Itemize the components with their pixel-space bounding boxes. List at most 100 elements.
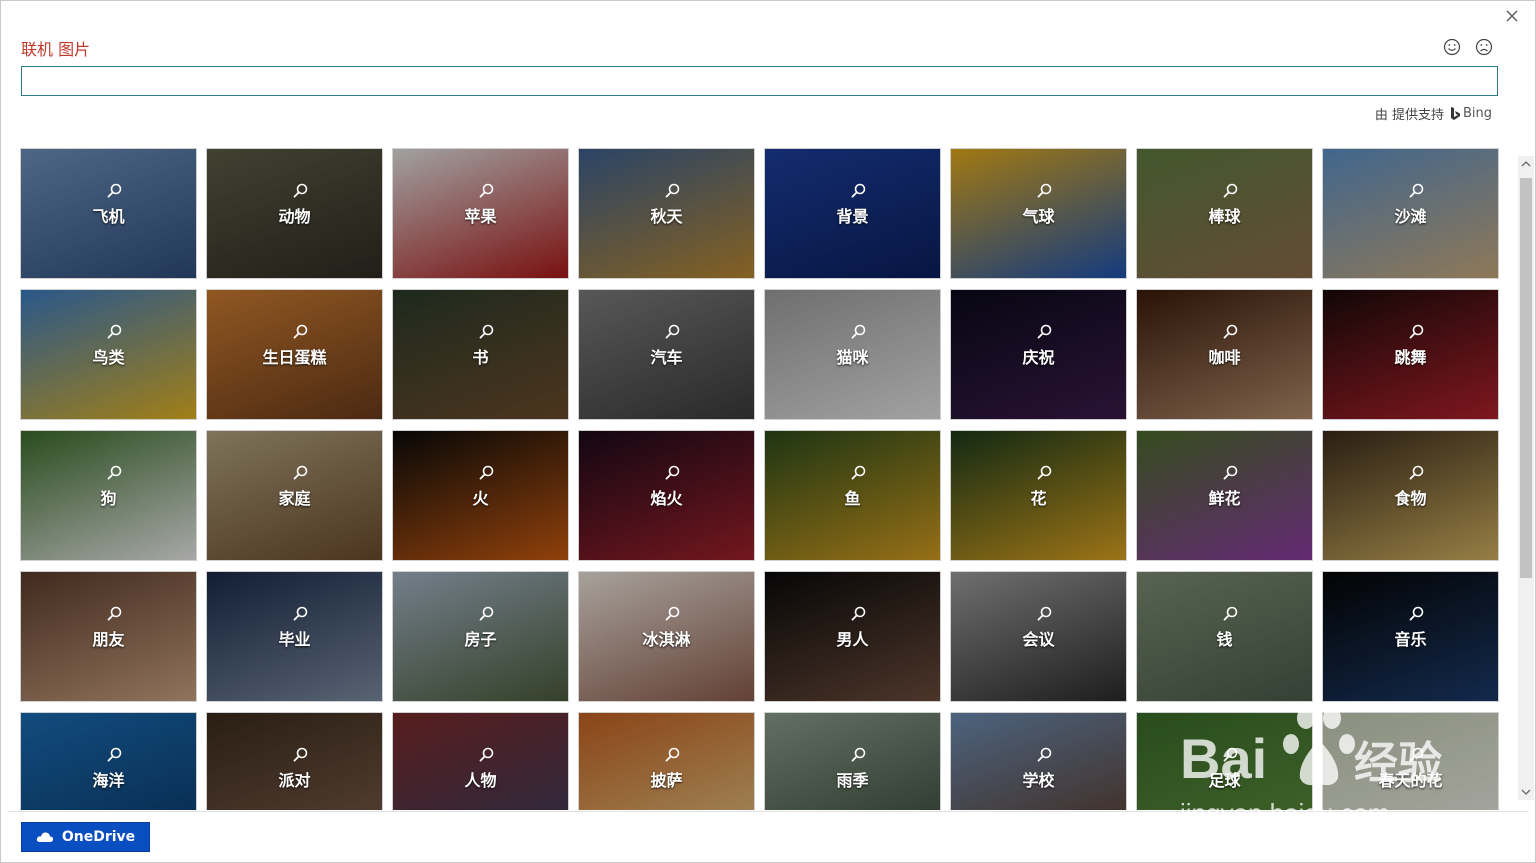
tile-label: 咖啡: [1208, 348, 1241, 367]
search-input[interactable]: [22, 67, 1497, 95]
image-tile[interactable]: 飞机: [20, 148, 197, 279]
tile-label: 气球: [1022, 207, 1055, 226]
image-tile[interactable]: 朋友: [20, 571, 197, 702]
image-tile[interactable]: 庆祝: [950, 289, 1127, 420]
tile-label: 雨季: [836, 771, 869, 790]
image-tile[interactable]: 披萨: [578, 712, 755, 810]
magnifier-icon: [1037, 324, 1051, 339]
tile-label: 猫咪: [836, 348, 869, 367]
scroll-thumb[interactable]: [1520, 178, 1532, 578]
image-tile[interactable]: 冰淇淋: [578, 571, 755, 702]
image-tile[interactable]: 动物: [206, 148, 383, 279]
image-tile[interactable]: 狗: [20, 430, 197, 561]
tile-label: 春天的花: [1378, 771, 1443, 790]
magnifier-icon: [851, 324, 865, 339]
magnifier-icon: [107, 183, 121, 198]
image-tile[interactable]: 会议: [950, 571, 1127, 702]
magnifier-icon: [479, 183, 493, 198]
image-tile[interactable]: 房子: [392, 571, 569, 702]
magnifier-icon: [851, 747, 865, 762]
image-tile[interactable]: 鱼: [764, 430, 941, 561]
bing-credit: 由 提供支持 Bing: [1375, 104, 1492, 123]
scroll-down-button[interactable]: [1518, 784, 1534, 800]
image-tile[interactable]: 猫咪: [764, 289, 941, 420]
magnifier-icon: [293, 606, 307, 621]
frown-icon: [1475, 38, 1493, 56]
onedrive-label: OneDrive: [61, 829, 136, 845]
tile-label: 海洋: [92, 771, 125, 790]
image-tile[interactable]: 跳舞: [1322, 289, 1499, 420]
image-tile[interactable]: 沙滩: [1322, 148, 1499, 279]
tile-label: 派对: [278, 771, 311, 790]
image-tile[interactable]: 海洋: [20, 712, 197, 810]
image-category-grid: 飞机 动物 苹果 秋天 背景 气球 棒球 沙滩鸟类 生日蛋糕 书 汽车 猫咪 庆祝 咖啡 跳舞狗 家庭 火 焰火 鱼…: [20, 148, 1500, 810]
tile-label: 生日蛋糕: [262, 348, 327, 367]
image-tile[interactable]: 焰火: [578, 430, 755, 561]
image-tile[interactable]: 书: [392, 289, 569, 420]
image-tile[interactable]: 汽车: [578, 289, 755, 420]
image-tile[interactable]: 火: [392, 430, 569, 561]
search-box[interactable]: [21, 66, 1498, 96]
image-tile[interactable]: 男人: [764, 571, 941, 702]
magnifier-icon: [479, 747, 493, 762]
tile-label: 动物: [278, 207, 311, 226]
magnifier-icon: [1223, 324, 1237, 339]
vertical-scrollbar[interactable]: [1518, 156, 1534, 800]
magnifier-icon: [107, 747, 121, 762]
tile-label: 跳舞: [1394, 348, 1427, 367]
image-tile[interactable]: 雨季: [764, 712, 941, 810]
tile-label: 书: [472, 348, 489, 367]
magnifier-icon: [293, 183, 307, 198]
image-tile[interactable]: 鲜花: [1136, 430, 1313, 561]
smiley-feedback-button[interactable]: [1442, 37, 1462, 57]
tile-label: 人物: [464, 771, 497, 790]
tile-label: 焰火: [650, 489, 683, 508]
image-tile[interactable]: 苹果: [392, 148, 569, 279]
tile-label: 房子: [464, 630, 497, 649]
tile-label: 朋友: [92, 630, 125, 649]
tile-label: 学校: [1022, 771, 1055, 790]
image-tile[interactable]: 食物: [1322, 430, 1499, 561]
magnifier-icon: [107, 606, 121, 621]
magnifier-icon: [479, 606, 493, 621]
image-tile[interactable]: 鸟类: [20, 289, 197, 420]
image-tile[interactable]: 人物: [392, 712, 569, 810]
image-tile[interactable]: 学校: [950, 712, 1127, 810]
close-button[interactable]: [1502, 6, 1522, 26]
close-icon: [1506, 10, 1518, 22]
chevron-up-icon: [1521, 161, 1531, 167]
tile-label: 钱: [1216, 630, 1233, 649]
onedrive-button[interactable]: OneDrive: [21, 822, 150, 852]
magnifier-icon: [665, 324, 679, 339]
image-tile[interactable]: 音乐: [1322, 571, 1499, 702]
magnifier-icon: [107, 465, 121, 480]
magnifier-icon: [1223, 747, 1237, 762]
image-tile[interactable]: 足球: [1136, 712, 1313, 810]
magnifier-icon: [851, 183, 865, 198]
tile-label: 狗: [100, 489, 117, 508]
image-tile[interactable]: 棒球: [1136, 148, 1313, 279]
magnifier-icon: [851, 606, 865, 621]
tile-label: 庆祝: [1022, 348, 1055, 367]
image-tile[interactable]: 钱: [1136, 571, 1313, 702]
image-tile[interactable]: 花: [950, 430, 1127, 561]
image-tile[interactable]: 毕业: [206, 571, 383, 702]
magnifier-icon: [293, 324, 307, 339]
image-tile[interactable]: 春天的花: [1322, 712, 1499, 810]
magnifier-icon: [1037, 747, 1051, 762]
image-tile[interactable]: 家庭: [206, 430, 383, 561]
image-tile[interactable]: 生日蛋糕: [206, 289, 383, 420]
magnifier-icon: [1223, 606, 1237, 621]
tile-label: 鲜花: [1208, 489, 1241, 508]
scroll-up-button[interactable]: [1518, 156, 1534, 172]
image-tile[interactable]: 咖啡: [1136, 289, 1313, 420]
image-tile[interactable]: 秋天: [578, 148, 755, 279]
frown-feedback-button[interactable]: [1474, 37, 1494, 57]
image-tile[interactable]: 背景: [764, 148, 941, 279]
magnifier-icon: [1409, 747, 1423, 762]
feedback-buttons: [1442, 37, 1494, 57]
magnifier-icon: [851, 465, 865, 480]
tile-label: 火: [472, 489, 489, 508]
image-tile[interactable]: 气球: [950, 148, 1127, 279]
image-tile[interactable]: 派对: [206, 712, 383, 810]
